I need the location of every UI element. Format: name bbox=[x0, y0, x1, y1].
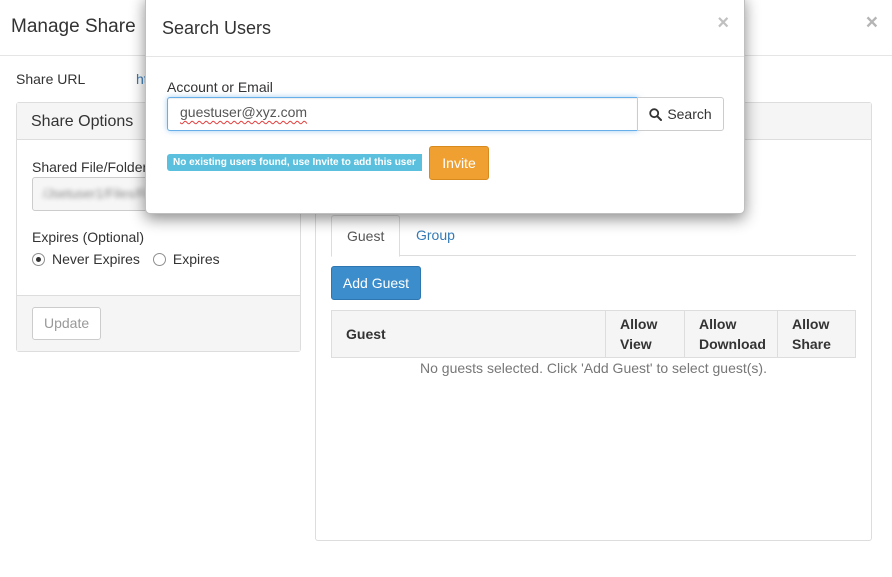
account-or-email-label: Account or Email bbox=[167, 79, 273, 95]
guest-group-tabs: Guest Group bbox=[331, 215, 856, 257]
column-header-allow-download: Allow Download bbox=[685, 311, 778, 357]
expires-label: Expires (Optional) bbox=[32, 229, 145, 245]
add-guest-button[interactable]: Add Guest bbox=[331, 266, 421, 300]
share-options-footer: Update bbox=[17, 295, 300, 351]
never-expires-label[interactable]: Never Expires bbox=[52, 251, 140, 267]
column-header-guest: Guest bbox=[332, 311, 606, 357]
never-expires-radio[interactable] bbox=[32, 252, 45, 266]
expires-radio[interactable] bbox=[152, 252, 166, 266]
status-badge: No existing users found, use Invite to a… bbox=[167, 154, 422, 171]
manage-share-title: Manage Share bbox=[11, 16, 136, 37]
account-or-email-value: guestuser@xyz.com bbox=[180, 104, 308, 120]
expires-radio-group: Never Expires Expires bbox=[32, 251, 233, 267]
search-users-header: Search Users × bbox=[146, 0, 744, 57]
update-button[interactable]: Update bbox=[32, 307, 102, 340]
empty-guests-message: No guests selected. Click 'Add Guest' to… bbox=[420, 360, 767, 376]
search-button[interactable]: Search bbox=[637, 97, 724, 131]
tab-group[interactable]: Group bbox=[401, 215, 470, 256]
search-button-label: Search bbox=[667, 106, 712, 122]
column-header-allow-share: Allow Share bbox=[792, 316, 831, 352]
search-users-dialog: Search Users × Account or Email guestuse… bbox=[145, 0, 745, 214]
search-users-close-icon[interactable]: × bbox=[717, 13, 729, 33]
search-users-title: Search Users bbox=[162, 18, 272, 38]
tab-guest[interactable]: Guest bbox=[331, 215, 401, 257]
column-header-allow-view: Allow View bbox=[606, 311, 685, 357]
shared-file-folder-label: Shared File/Folder bbox=[32, 159, 148, 175]
share-url-label: Share URL bbox=[16, 71, 86, 87]
manage-share-close-icon[interactable]: × bbox=[866, 12, 878, 33]
invite-button[interactable]: Invite bbox=[429, 146, 489, 180]
expires-radio-label[interactable]: Expires bbox=[173, 251, 220, 267]
guest-table-header: Guest Allow View Allow Download Allow Sh… bbox=[331, 310, 856, 358]
search-icon bbox=[649, 107, 663, 121]
account-or-email-input[interactable]: guestuser@xyz.com bbox=[167, 97, 638, 131]
